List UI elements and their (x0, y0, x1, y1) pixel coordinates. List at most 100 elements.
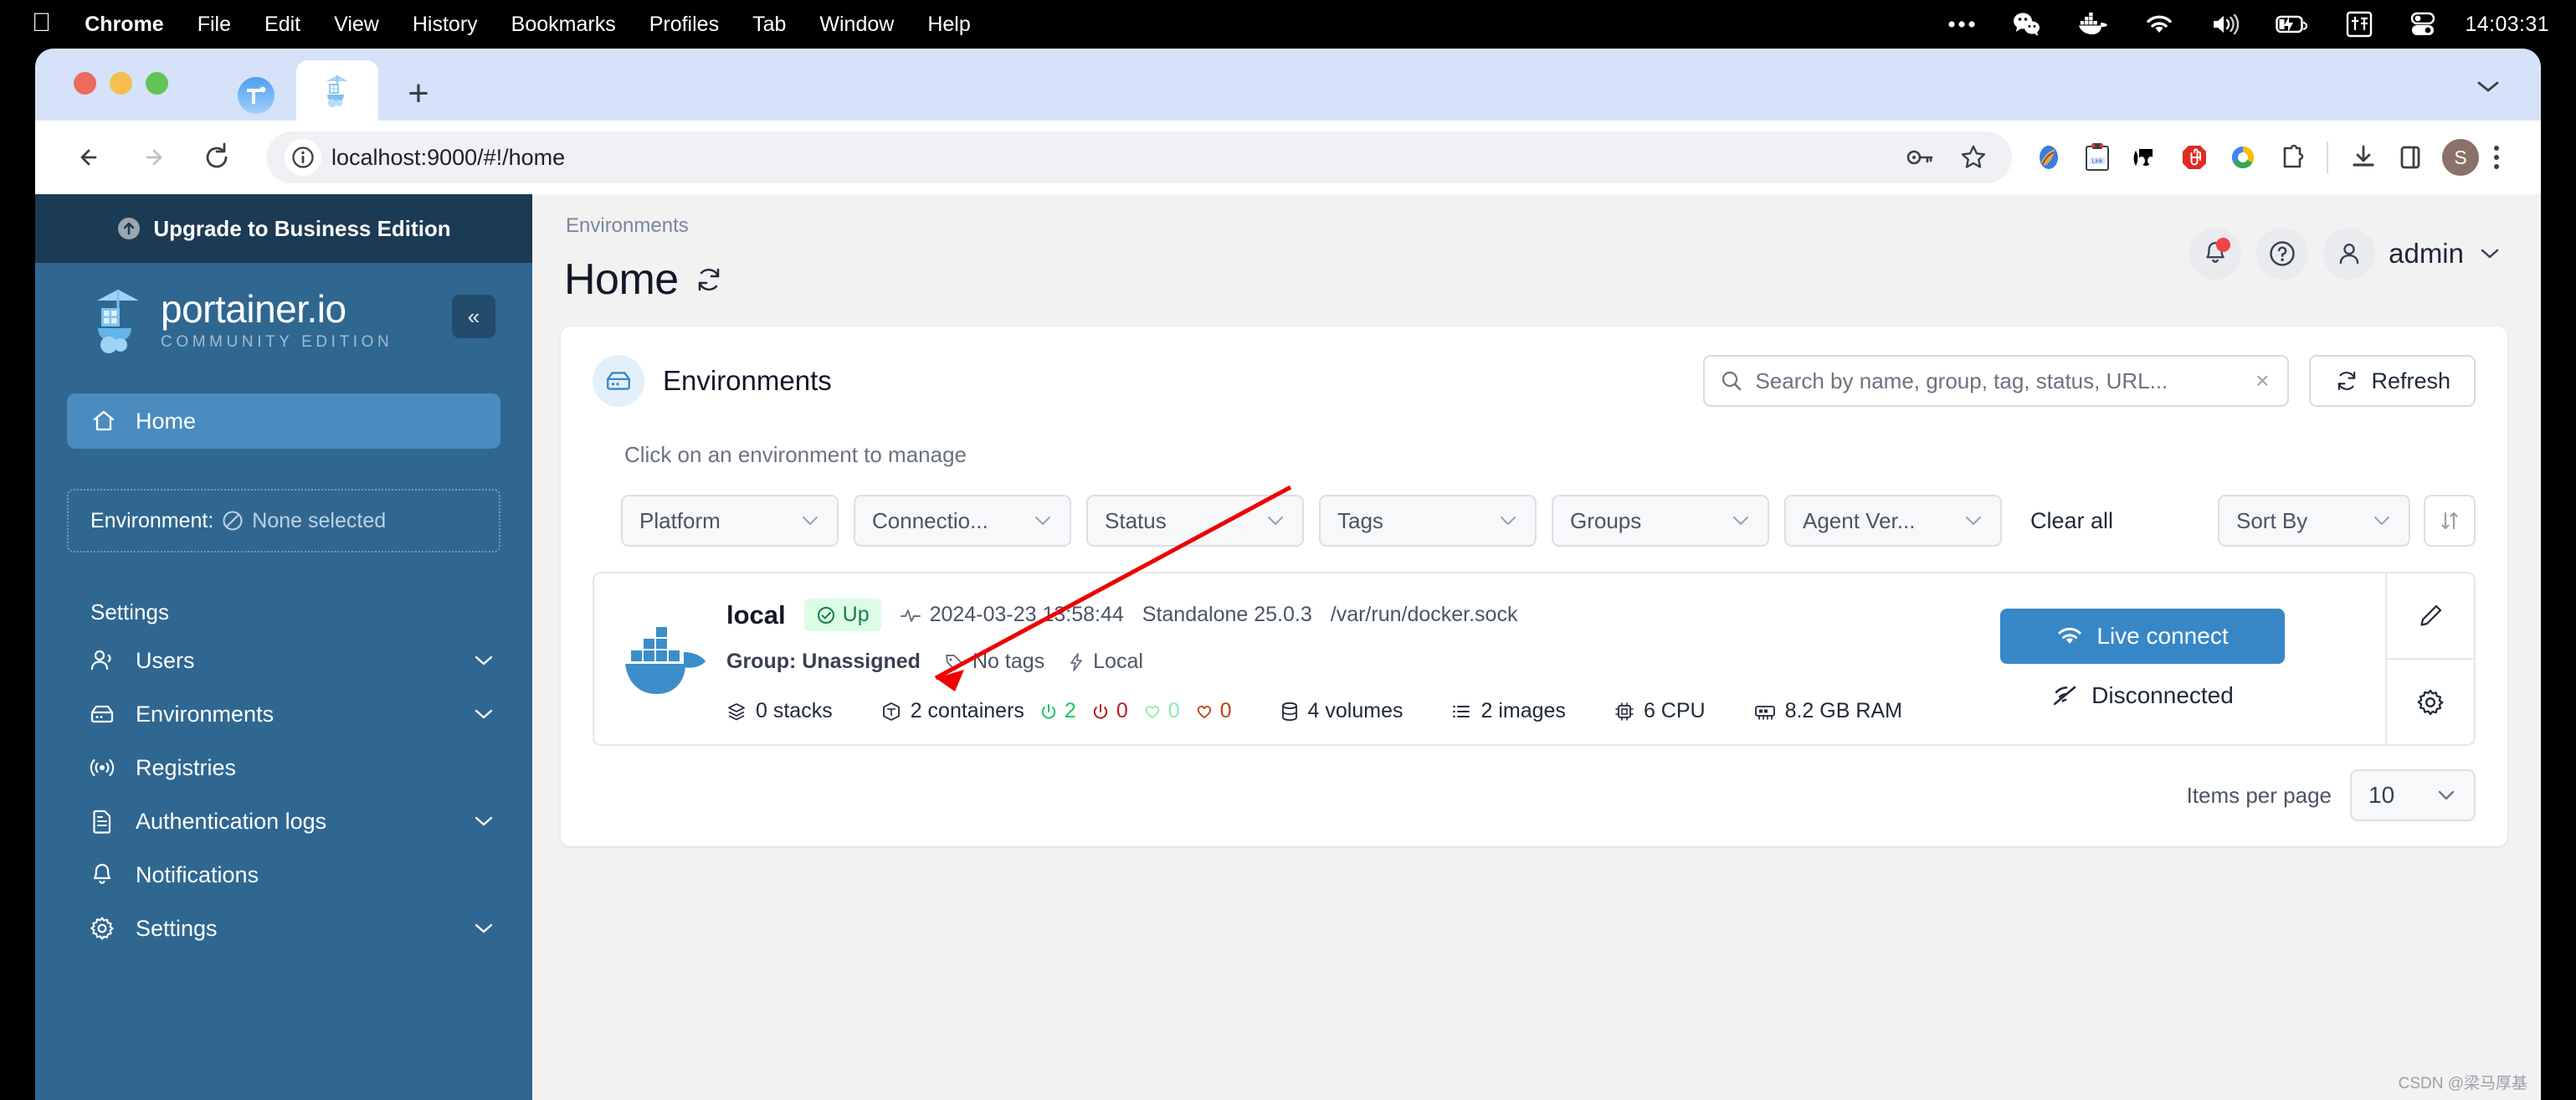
volume-icon[interactable] (2192, 13, 2257, 35)
menu-bookmarks[interactable]: Bookmarks (495, 0, 633, 49)
sidebar-collapse-button[interactable]: « (452, 295, 495, 338)
chevron-down-icon[interactable] (472, 921, 495, 936)
address-bar[interactable]: localhost:9000/#!/home (266, 131, 2012, 183)
menu-file[interactable]: File (181, 0, 248, 49)
sidebar-environment-value: None selected (252, 508, 387, 532)
black-eyes-icon[interactable] (2122, 134, 2169, 181)
clipboard-link-icon[interactable]: Link (2074, 134, 2121, 181)
close-window-button[interactable] (74, 72, 96, 95)
wifi-icon[interactable] (2127, 13, 2192, 35)
edit-environment-button[interactable] (2387, 573, 2474, 660)
new-tab-button[interactable]: + (397, 72, 440, 116)
filter-connection[interactable]: Connectio... (854, 495, 1071, 547)
sidebar-item-authentication-logs-label: Authentication logs (136, 808, 327, 834)
menu-view[interactable]: View (317, 0, 396, 49)
filter-agent-version[interactable]: Agent Ver... (1784, 495, 2002, 547)
control-center-icon[interactable] (2391, 12, 2455, 37)
minimize-window-button[interactable] (110, 72, 132, 95)
site-info-icon[interactable] (285, 139, 321, 176)
download-icon[interactable] (2340, 134, 2387, 181)
sort-by-select[interactable]: Sort By (2218, 495, 2410, 547)
menu-chrome[interactable]: Chrome (68, 0, 180, 49)
colorful-ring-icon[interactable] (2219, 134, 2266, 181)
more-dots-icon[interactable] (1929, 19, 1994, 29)
menu-profiles[interactable]: Profiles (633, 0, 736, 49)
items-per-page-select[interactable]: 10 (2350, 769, 2476, 821)
chevron-down-icon[interactable] (472, 653, 495, 668)
toolbar-divider (2327, 141, 2328, 173)
user-icon[interactable] (2323, 228, 2376, 280)
clear-search-icon[interactable]: × (2252, 368, 2272, 394)
help-button[interactable] (2256, 228, 2309, 280)
chevron-down-icon[interactable] (472, 707, 495, 722)
chrome-window: + localhost:9000/#!/home Link S Upgrade … (35, 49, 2541, 1100)
search-input[interactable] (1755, 368, 2241, 394)
live-connect-button[interactable]: Live connect (2000, 609, 2285, 664)
active-tab-portainer[interactable] (296, 60, 378, 121)
stat-images-label: 2 images (1480, 699, 1566, 722)
wechat-icon[interactable] (1994, 12, 2060, 37)
side-panel-icon[interactable] (2387, 134, 2434, 181)
document-icon (89, 808, 115, 835)
browser-toolbar: localhost:9000/#!/home Link S (35, 121, 2541, 194)
menu-history[interactable]: History (396, 0, 495, 49)
kebab-menu-icon[interactable] (2487, 146, 2512, 169)
menu-tab[interactable]: Tab (736, 0, 803, 49)
sidebar-item-registries[interactable]: Registries (35, 741, 532, 794)
filter-platform[interactable]: Platform (621, 495, 839, 547)
sidebar-item-users-label: Users (136, 647, 195, 673)
tab-search-chevron-icon[interactable] (2474, 77, 2502, 95)
chevron-down-icon[interactable] (472, 814, 495, 829)
environment-stats: 0 stacks 2 containers 2 0 0 0 4 volumes … (726, 699, 1908, 723)
docker-icon[interactable] (2060, 13, 2127, 36)
user-menu[interactable]: admin (2323, 228, 2502, 280)
password-key-icon[interactable] (1896, 134, 1943, 181)
refresh-button[interactable]: Refresh (2309, 355, 2476, 407)
pinned-tab-teams[interactable] (229, 69, 283, 122)
portainer-logo[interactable]: portainer.io COMMUNITY EDITION « (35, 263, 532, 355)
bookmark-star-icon[interactable] (1950, 134, 1997, 181)
apple-menu-icon[interactable]:  (22, 9, 68, 35)
stat-unhealthy-value: 0 (1219, 699, 1232, 722)
chevron-down-icon[interactable] (2477, 245, 2502, 262)
adblock-stop-icon[interactable] (2171, 134, 2218, 181)
search-box[interactable]: × (1703, 355, 2290, 407)
stat-cpu-label: 6 CPU (1643, 699, 1706, 722)
sidebar-item-users[interactable]: Users (35, 634, 532, 687)
sidebar-item-notifications[interactable]: Notifications (35, 848, 532, 902)
stat-unhealthy: 0 (1195, 699, 1232, 723)
environment-row-local[interactable]: local Up 2024-03-23 13:58:44 Standalone … (593, 572, 2476, 746)
sidebar-item-authentication-logs[interactable]: Authentication logs (35, 794, 532, 848)
maximize-window-button[interactable] (146, 72, 168, 95)
input-source-pinyin-icon[interactable] (2327, 11, 2391, 38)
clear-all-button[interactable]: Clear all (2017, 508, 2127, 534)
logo-title: portainer.io (161, 287, 346, 331)
sidebar-item-home[interactable]: Home (67, 393, 500, 449)
reload-icon[interactable] (191, 131, 243, 183)
sidebar-item-settings[interactable]: Settings (35, 902, 532, 955)
sidebar-item-home-label: Home (136, 408, 197, 434)
menu-window[interactable]: Window (803, 0, 911, 49)
profile-paint-icon[interactable] (2025, 134, 2072, 181)
extension-puzzle-icon[interactable] (2268, 134, 2315, 181)
environment-settings-button[interactable] (2387, 660, 2474, 744)
notifications-button[interactable] (2189, 228, 2242, 280)
forward-arrow-icon[interactable] (127, 131, 179, 183)
filter-status-label: Status (1105, 507, 1167, 533)
chevron-down-icon (2435, 788, 2457, 803)
chrome-profile-avatar[interactable]: S (2442, 139, 2479, 176)
filter-status[interactable]: Status (1086, 495, 1304, 547)
upgrade-banner[interactable]: Upgrade to Business Edition (35, 194, 532, 263)
menu-help[interactable]: Help (911, 0, 987, 49)
battery-icon[interactable] (2257, 13, 2327, 35)
svg-text:Link: Link (2092, 159, 2103, 165)
sidebar-environment-selector[interactable]: Environment: None selected (67, 489, 500, 553)
refresh-icon[interactable] (694, 265, 724, 295)
menu-edit[interactable]: Edit (248, 0, 317, 49)
filter-tags[interactable]: Tags (1319, 495, 1537, 547)
sidebar-item-environments[interactable]: Environments (35, 687, 532, 741)
filter-groups[interactable]: Groups (1552, 495, 1769, 547)
back-arrow-icon[interactable] (64, 131, 115, 183)
chevron-down-icon (1498, 514, 1518, 527)
sort-direction-icon[interactable] (2424, 495, 2476, 547)
